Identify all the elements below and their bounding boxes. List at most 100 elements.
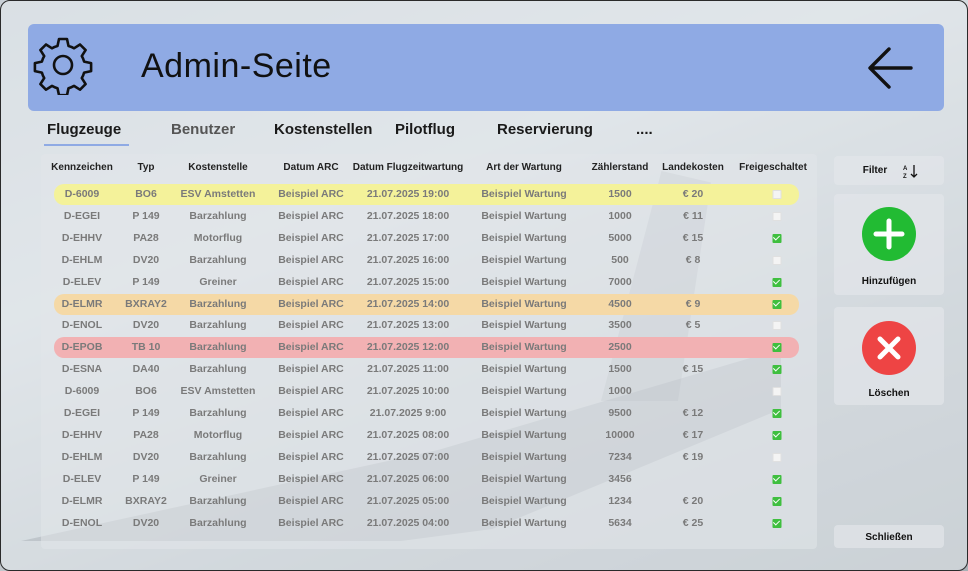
delete-button[interactable]: Löschen bbox=[834, 307, 944, 405]
filter-button[interactable]: Filter A Z bbox=[834, 156, 944, 185]
cell-datum-arc: Beispiel ARC bbox=[278, 472, 344, 485]
page-title: Admin-Seite bbox=[141, 47, 332, 85]
delete-label: Löschen bbox=[868, 388, 910, 399]
cell-zaehlerstand: 10000 bbox=[605, 428, 635, 441]
cell-typ: BXRAY2 bbox=[125, 494, 167, 507]
svg-text:A: A bbox=[903, 166, 908, 172]
cell-datum-wartung: 21.07.2025 11:00 bbox=[367, 363, 449, 376]
cell-zaehlerstand: 1500 bbox=[608, 363, 632, 376]
cell-art-der-wartung: Beispiel Wartung bbox=[481, 188, 567, 200]
freigeschaltet-checkbox[interactable] bbox=[772, 211, 782, 221]
cell-typ: TB 10 bbox=[131, 341, 161, 354]
cell-art-der-wartung: Beispiel Wartung bbox=[481, 319, 567, 332]
cell-kostenstelle: Barzahlung bbox=[189, 363, 247, 376]
cell-typ: BXRAY2 bbox=[125, 297, 167, 310]
cell-landekosten: € 5 bbox=[685, 319, 701, 332]
freigeschaltet-checkbox[interactable] bbox=[772, 190, 782, 199]
cell-zaehlerstand: 7000 bbox=[608, 275, 632, 288]
freigeschaltet-checkbox[interactable] bbox=[772, 321, 782, 331]
cell-typ: DV20 bbox=[132, 516, 160, 529]
cell-zaehlerstand: 1000 bbox=[608, 209, 632, 222]
cell-zaehlerstand: 1234 bbox=[608, 494, 632, 507]
close-button[interactable]: Schließen bbox=[834, 525, 944, 548]
column-header-freigeschaltet[interactable]: Freigeschaltet bbox=[739, 162, 807, 173]
cell-kennzeichen: D-EHLM bbox=[61, 450, 103, 463]
gear-icon[interactable] bbox=[33, 35, 93, 95]
cell-datum-wartung: 21.07.2025 08:00 bbox=[366, 428, 450, 441]
column-header-datum-arc[interactable]: Datum ARC bbox=[283, 162, 338, 173]
cell-kennzeichen: D-6009 bbox=[64, 188, 100, 200]
cell-datum-arc: Beispiel ARC bbox=[278, 363, 344, 376]
column-header-datum-wartung[interactable]: Datum Flugzeitwartung bbox=[353, 162, 464, 173]
column-header-kennzeichen[interactable]: Kennzeichen bbox=[51, 162, 113, 173]
cell-art-der-wartung: Beispiel Wartung bbox=[481, 428, 567, 441]
cell-kostenstelle: ESV Amstetten bbox=[180, 385, 256, 398]
cell-art-der-wartung: Beispiel Wartung bbox=[481, 494, 567, 507]
cell-datum-wartung: 21.07.2025 9:00 bbox=[369, 407, 447, 419]
freigeschaltet-checkbox[interactable] bbox=[772, 452, 782, 462]
freigeschaltet-checkbox[interactable] bbox=[772, 387, 782, 397]
add-button[interactable]: Hinzufügen bbox=[834, 194, 944, 295]
cell-typ: P 149 bbox=[132, 407, 160, 419]
cell-datum-wartung: 21.07.2025 05:00 bbox=[366, 494, 450, 507]
cell-landekosten: € 20 bbox=[682, 188, 704, 200]
cell-kostenstelle: Barzahlung bbox=[189, 516, 247, 529]
freigeschaltet-checkbox[interactable] bbox=[772, 518, 782, 528]
arrow-left-icon[interactable] bbox=[865, 45, 915, 91]
freigeschaltet-checkbox[interactable] bbox=[772, 233, 782, 243]
cell-kostenstelle: Barzahlung bbox=[189, 209, 247, 222]
freigeschaltet-checkbox[interactable] bbox=[772, 496, 782, 506]
tab-reservierung[interactable]: Reservierung bbox=[497, 121, 593, 138]
cell-landekosten: € 15 bbox=[682, 231, 704, 244]
cell-art-der-wartung: Beispiel Wartung bbox=[481, 385, 567, 398]
tab-kostenstellen[interactable]: Kostenstellen bbox=[274, 121, 372, 138]
cell-kennzeichen: D-ELEV bbox=[62, 472, 102, 485]
cell-kostenstelle: ESV Amstetten bbox=[180, 188, 256, 200]
cell-zaehlerstand: 3500 bbox=[608, 319, 632, 332]
cell-datum-arc: Beispiel ARC bbox=[278, 407, 344, 419]
freigeschaltet-checkbox[interactable] bbox=[772, 430, 782, 440]
cell-datum-wartung: 21.07.2025 10:00 bbox=[366, 385, 450, 398]
column-header-typ[interactable]: Typ bbox=[137, 162, 154, 173]
freigeschaltet-checkbox[interactable] bbox=[772, 474, 782, 484]
cell-zaehlerstand: 3456 bbox=[608, 472, 632, 485]
cell-zaehlerstand: 7234 bbox=[608, 450, 632, 463]
cell-kennzeichen: D-EGEI bbox=[63, 407, 101, 419]
cell-datum-arc: Beispiel ARC bbox=[278, 231, 344, 244]
plus-icon bbox=[862, 207, 916, 261]
cell-datum-wartung: 21.07.2025 07:00 bbox=[366, 450, 450, 463]
freigeschaltet-checkbox[interactable] bbox=[772, 255, 782, 265]
cell-datum-wartung: 21.07.2025 15:00 bbox=[366, 275, 450, 288]
cell-kennzeichen: D-6009 bbox=[64, 385, 100, 398]
cell-landekosten: € 17 bbox=[682, 428, 704, 441]
cell-datum-arc: Beispiel ARC bbox=[278, 341, 344, 354]
cell-datum-arc: Beispiel ARC bbox=[278, 450, 344, 463]
cell-kennzeichen: D-ELMR bbox=[61, 297, 103, 310]
freigeschaltet-checkbox[interactable] bbox=[772, 299, 782, 309]
cell-zaehlerstand: 5634 bbox=[608, 516, 632, 529]
cell-kennzeichen: D-ELEV bbox=[62, 275, 102, 288]
tab-flugzeuge[interactable]: Flugzeuge bbox=[47, 121, 121, 138]
cell-datum-wartung: 21.07.2025 19:00 bbox=[366, 188, 450, 200]
freigeschaltet-checkbox[interactable] bbox=[772, 365, 782, 375]
column-header-zaehlerstand[interactable]: Zählerstand bbox=[592, 162, 649, 173]
cell-kennzeichen: D-ENOL bbox=[61, 319, 103, 332]
freigeschaltet-checkbox[interactable] bbox=[772, 277, 782, 287]
cell-kostenstelle: Greiner bbox=[199, 275, 237, 288]
cell-datum-arc: Beispiel ARC bbox=[278, 428, 344, 441]
cell-datum-arc: Beispiel ARC bbox=[278, 253, 344, 266]
cell-typ: P 149 bbox=[132, 209, 160, 222]
cell-art-der-wartung: Beispiel Wartung bbox=[481, 275, 567, 288]
column-header-kostenstelle[interactable]: Kostenstelle bbox=[188, 162, 247, 173]
cell-art-der-wartung: Beispiel Wartung bbox=[481, 297, 567, 310]
column-header-landekosten[interactable]: Landekosten bbox=[662, 162, 724, 173]
freigeschaltet-checkbox[interactable] bbox=[772, 409, 782, 418]
cell-landekosten: € 20 bbox=[682, 494, 704, 507]
cell-art-der-wartung: Beispiel Wartung bbox=[481, 363, 567, 376]
column-header-art-der-wartung[interactable]: Art der Wartung bbox=[486, 162, 562, 173]
cell-art-der-wartung: Beispiel Wartung bbox=[481, 407, 567, 419]
tab-pilotflug[interactable]: Pilotflug bbox=[395, 121, 455, 138]
tab-benutzer[interactable]: Benutzer bbox=[171, 121, 235, 138]
tab-more[interactable]: .... bbox=[636, 121, 653, 138]
freigeschaltet-checkbox[interactable] bbox=[772, 343, 782, 353]
